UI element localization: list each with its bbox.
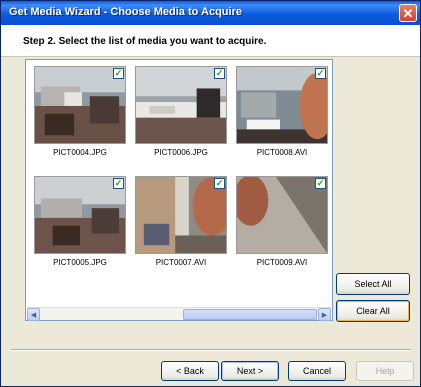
checkmark-icon: ✓ bbox=[316, 178, 325, 188]
media-checkbox[interactable]: ✓ bbox=[113, 178, 124, 189]
office-photo-image bbox=[35, 67, 125, 143]
media-thumbnail[interactable]: ✓ bbox=[135, 66, 227, 144]
media-filename: PICT0006.JPG bbox=[154, 148, 208, 157]
media-thumbnail[interactable]: ✓ bbox=[34, 176, 126, 254]
checkmark-icon: ✓ bbox=[114, 178, 123, 188]
media-thumbnail[interactable]: ✓ bbox=[34, 66, 126, 144]
scroll-right-button[interactable]: ▶ bbox=[318, 308, 331, 321]
wizard-header: Step 2. Select the list of media you wan… bbox=[1, 25, 420, 57]
help-button[interactable]: Help bbox=[356, 361, 414, 381]
clear-all-button[interactable]: Clear All bbox=[336, 300, 410, 322]
checkmark-icon: ✓ bbox=[114, 68, 123, 78]
horizontal-scrollbar[interactable]: ◀ ▶ bbox=[27, 307, 331, 321]
media-checkbox[interactable]: ✓ bbox=[214, 178, 225, 189]
media-checkbox[interactable]: ✓ bbox=[315, 178, 326, 189]
media-checkbox[interactable]: ✓ bbox=[113, 68, 124, 79]
office-photo-image bbox=[35, 177, 125, 253]
checkmark-icon: ✓ bbox=[215, 68, 224, 78]
footer-divider bbox=[11, 349, 411, 351]
media-thumbnail[interactable]: ✓ bbox=[135, 176, 227, 254]
chevron-right-icon: ▶ bbox=[321, 311, 328, 319]
window-title: Get Media Wizard - Choose Media to Acqui… bbox=[9, 6, 242, 18]
close-button[interactable]: ✕ bbox=[399, 4, 417, 22]
checkmark-icon: ✓ bbox=[215, 178, 224, 188]
media-checkbox[interactable]: ✓ bbox=[315, 68, 326, 79]
next-button[interactable]: Next > bbox=[221, 361, 279, 381]
chevron-left-icon: ◀ bbox=[30, 311, 37, 319]
media-filename: PICT0009.AVI bbox=[256, 258, 308, 267]
media-list-panel[interactable]: ✓ PICT0004.JPG ✓ PICT0006.JPG ✓ PICT0008… bbox=[25, 59, 333, 321]
media-filename: PICT0008.AVI bbox=[256, 148, 308, 157]
title-bar[interactable]: Get Media Wizard - Choose Media to Acqui… bbox=[1, 1, 420, 25]
media-thumbnail[interactable]: ✓ bbox=[236, 176, 328, 254]
media-filename: PICT0004.JPG bbox=[53, 148, 107, 157]
office-photo-image bbox=[237, 67, 327, 143]
media-filename: PICT0005.JPG bbox=[53, 258, 107, 267]
office-photo-image bbox=[136, 177, 226, 253]
select-all-button[interactable]: Select All bbox=[336, 273, 410, 295]
wizard-window: Get Media Wizard - Choose Media to Acqui… bbox=[0, 0, 421, 387]
scrollbar-thumb[interactable] bbox=[183, 309, 317, 320]
media-filename: PICT0007.AVI bbox=[155, 258, 207, 267]
back-button[interactable]: < Back bbox=[161, 361, 219, 381]
scroll-left-button[interactable]: ◀ bbox=[27, 308, 40, 321]
step-instruction: Step 2. Select the list of media you wan… bbox=[23, 36, 267, 47]
media-checkbox[interactable]: ✓ bbox=[214, 68, 225, 79]
office-photo-image bbox=[136, 67, 226, 143]
media-thumbnail[interactable]: ✓ bbox=[236, 66, 328, 144]
checkmark-icon: ✓ bbox=[316, 68, 325, 78]
cancel-button[interactable]: Cancel bbox=[288, 361, 346, 381]
floor-photo-image bbox=[237, 177, 327, 253]
close-icon: ✕ bbox=[402, 5, 414, 21]
